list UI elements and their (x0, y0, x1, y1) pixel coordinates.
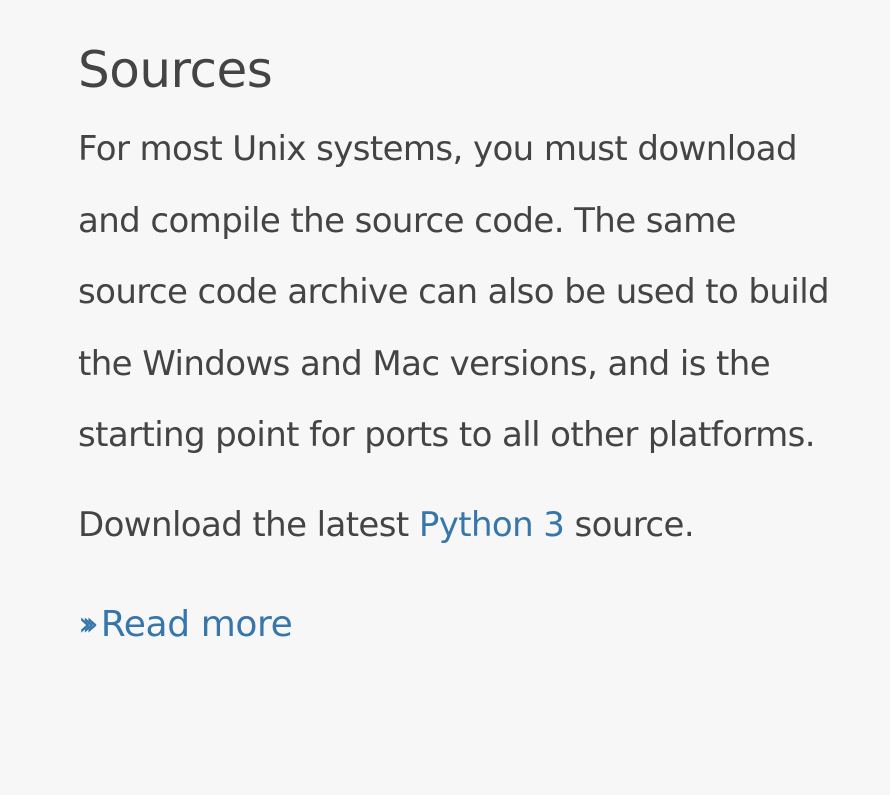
download-suffix-text: source. (564, 504, 695, 545)
sources-description: For most Unix systems, you must download… (78, 129, 830, 455)
python3-source-link[interactable]: Python 3 (419, 505, 565, 545)
download-line: Download the latest Python 3 source. (78, 500, 830, 550)
read-more-link[interactable]: ››› Read more (78, 600, 830, 650)
chevrons-right-icon: ››› (78, 603, 99, 644)
read-more-label: Read more (100, 603, 293, 645)
sources-section: Sources For most Unix systems, you must … (0, 0, 890, 795)
section-title: Sources (78, 41, 273, 99)
download-prefix-text: Download the latest (78, 504, 419, 545)
